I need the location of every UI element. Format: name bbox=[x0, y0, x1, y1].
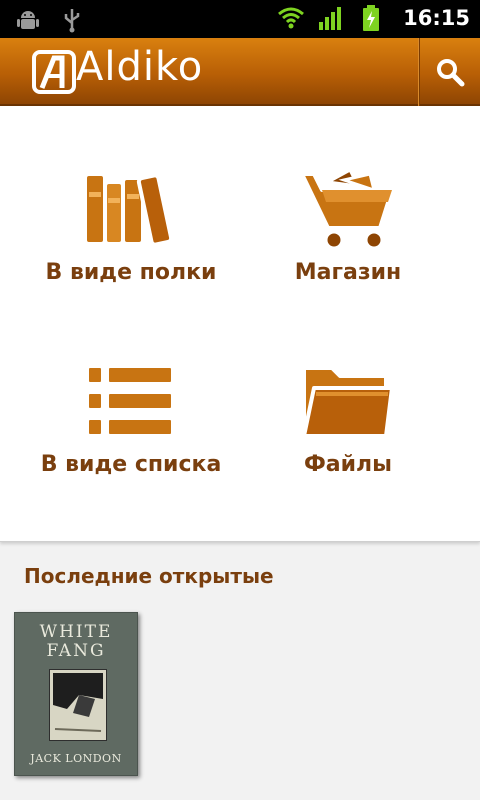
menu-label-store: Магазин bbox=[294, 260, 402, 285]
list-icon bbox=[85, 364, 175, 438]
wifi-icon bbox=[278, 7, 305, 29]
shopping-cart-icon bbox=[300, 168, 394, 250]
signal-icon bbox=[319, 7, 342, 30]
book-title: WHITE FANG bbox=[39, 622, 113, 661]
recent-section-title: Последние открытые bbox=[24, 564, 274, 588]
app-header: Aldiko bbox=[0, 38, 480, 106]
clock: 16:15 bbox=[403, 6, 470, 30]
aldiko-logo-icon bbox=[32, 50, 76, 94]
usb-icon bbox=[64, 9, 80, 33]
main-menu: В виде полки Магазин В виде списка Файлы bbox=[0, 106, 480, 542]
book-illustration bbox=[49, 669, 107, 741]
menu-label-list: В виде списка bbox=[40, 452, 222, 477]
search-icon bbox=[436, 59, 464, 87]
book-cover[interactable]: WHITE FANG JACK LONDON bbox=[14, 612, 138, 776]
android-debug-icon bbox=[17, 11, 39, 29]
menu-item-list[interactable]: В виде списка bbox=[11, 360, 251, 550]
menu-item-shelf[interactable]: В виде полки bbox=[11, 168, 251, 358]
menu-item-store[interactable]: Магазин bbox=[228, 168, 468, 358]
status-bar: 16:15 bbox=[0, 0, 480, 38]
book-author: JACK LONDON bbox=[30, 752, 122, 765]
bookshelf-icon bbox=[83, 172, 174, 247]
battery-charging-icon bbox=[363, 5, 380, 31]
menu-label-files: Файлы bbox=[303, 452, 393, 477]
search-button[interactable] bbox=[418, 38, 480, 106]
app-title: Aldiko bbox=[76, 44, 204, 90]
menu-label-shelf: В виде полки bbox=[45, 260, 217, 285]
menu-item-files[interactable]: Файлы bbox=[228, 360, 468, 550]
folder-icon bbox=[302, 366, 394, 438]
